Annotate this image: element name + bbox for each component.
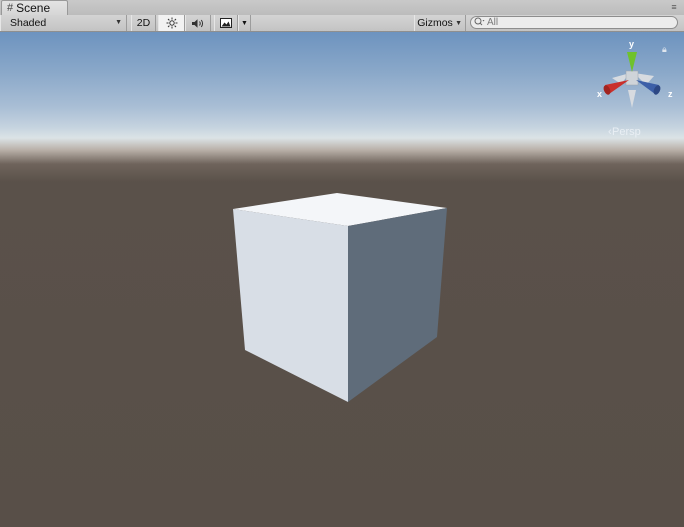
lock-icon[interactable]: 🔒︎	[662, 44, 667, 55]
speaker-icon	[192, 18, 204, 28]
scene-toolbar: Shaded ▼ 2D ▼ Gizmos ▼ All	[0, 15, 684, 32]
search-field[interactable]	[470, 16, 678, 29]
window-menu-icon[interactable]: ≡	[668, 2, 680, 12]
tab-scene[interactable]: # Scene	[1, 0, 68, 15]
2d-label: 2D	[136, 17, 151, 29]
draw-mode-label: Shaded	[10, 17, 47, 29]
projection-label[interactable]: Persp	[612, 126, 641, 138]
scene-canvas	[233, 52, 662, 402]
gizmo-y-cone[interactable]	[627, 52, 637, 72]
dropdown-arrow-icon: ▼	[241, 19, 248, 27]
effects-dropdown-arrow[interactable]: ▼	[238, 15, 251, 31]
2d-toggle-button[interactable]: 2D	[131, 15, 156, 31]
gizmo-neg-y-cone[interactable]	[628, 90, 636, 108]
gizmo-center-cube[interactable]	[625, 70, 639, 86]
tab-label: Scene	[16, 1, 51, 15]
image-icon	[220, 18, 232, 28]
gizmo-z-label: z	[668, 89, 673, 99]
cube-right-face	[348, 208, 447, 402]
draw-mode-dropdown[interactable]: Shaded ▼	[0, 15, 127, 31]
cube-object[interactable]	[233, 193, 447, 402]
gizmo-x-label: x	[597, 89, 603, 99]
audio-toggle-button[interactable]	[185, 15, 211, 31]
gizmos-dropdown[interactable]: Gizmos ▼	[414, 15, 466, 31]
gizmos-label: Gizmos	[417, 17, 453, 29]
effects-toggle-button[interactable]	[214, 15, 238, 31]
search-icon	[474, 17, 485, 28]
gizmo-y-label: y	[629, 39, 635, 49]
sun-icon	[166, 17, 177, 29]
grid-icon: #	[7, 1, 14, 14]
dropdown-arrow-icon: ▼	[455, 19, 462, 27]
tab-bar: # Scene ≡	[0, 0, 684, 16]
cube-left-face	[233, 209, 348, 402]
lighting-toggle-button[interactable]	[158, 15, 185, 31]
dropdown-arrow-icon: ▼	[115, 19, 122, 26]
orientation-gizmo[interactable]	[602, 52, 662, 108]
scene-viewport[interactable]: y x z 🔒︎ ‹ Persp	[0, 32, 684, 527]
search-input[interactable]	[487, 17, 667, 28]
